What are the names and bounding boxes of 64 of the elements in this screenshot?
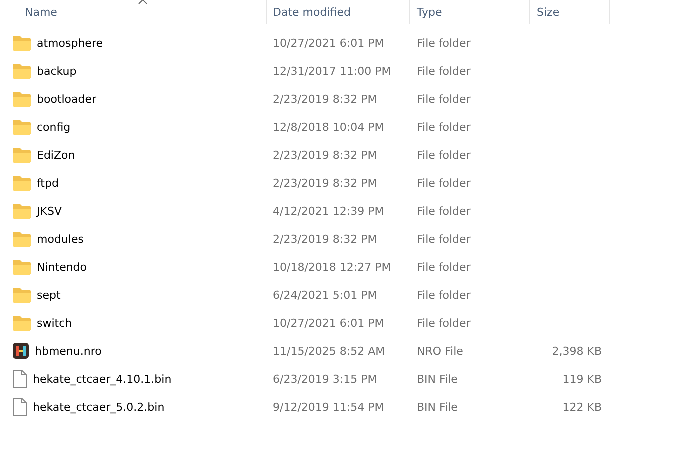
file-type: File folder — [416, 204, 472, 218]
file-size: 2,398 KB — [552, 344, 602, 358]
file-name[interactable]: hekate_ctcaer_4.10.1.bin — [33, 372, 172, 386]
date-modified: 4/12/2021 12:39 PM — [272, 204, 386, 218]
column-header[interactable]: Type — [410, 0, 530, 24]
folder-icon — [13, 288, 31, 302]
file-name[interactable]: Nintendo — [37, 260, 88, 274]
column-header[interactable]: Name — [0, 0, 267, 24]
folder-icon — [13, 260, 31, 274]
file-type: File folder — [416, 36, 472, 50]
folder-icon — [13, 64, 31, 78]
app-icon — [13, 343, 29, 359]
date-modified: 11/15/2025 8:52 AM — [272, 344, 386, 358]
file-name[interactable]: config — [37, 120, 71, 134]
file-name[interactable]: bootloader — [37, 92, 97, 106]
file-type: File folder — [416, 64, 472, 78]
file-name[interactable]: modules — [37, 232, 84, 246]
date-modified: 6/24/2021 5:01 PM — [272, 288, 378, 302]
folder-icon — [13, 232, 31, 246]
file-size: 119 KB — [562, 372, 602, 386]
file-name[interactable]: JKSV — [37, 204, 62, 218]
column-header[interactable]: Date modified — [267, 0, 410, 24]
date-modified: 12/31/2017 11:00 PM — [272, 64, 392, 78]
folder-icon — [13, 148, 31, 162]
file-type: File folder — [416, 148, 472, 162]
column-header[interactable]: Size — [530, 0, 610, 24]
file-size: 122 KB — [562, 400, 602, 414]
file-type: File folder — [416, 176, 472, 190]
date-modified: 9/12/2019 11:54 PM — [272, 400, 386, 414]
file-name[interactable]: hbmenu.nro — [35, 344, 102, 358]
file-type: BIN File — [416, 400, 459, 414]
file-type: File folder — [416, 288, 472, 302]
file-name[interactable]: ftpd — [37, 176, 59, 190]
file-name[interactable]: atmosphere — [37, 36, 103, 50]
folder-icon — [13, 36, 31, 50]
file-name[interactable]: backup — [37, 64, 77, 78]
folder-icon — [13, 176, 31, 190]
file-name[interactable]: hekate_ctcaer_5.0.2.bin — [33, 400, 165, 414]
file-type: File folder — [416, 92, 472, 106]
date-modified: 12/8/2018 10:04 PM — [272, 120, 386, 134]
file-type: BIN File — [416, 372, 459, 386]
file-name[interactable]: sept — [37, 288, 61, 302]
file-type: File folder — [416, 316, 472, 330]
file-name[interactable]: switch — [37, 316, 72, 330]
file-type: NRO File — [416, 344, 464, 358]
file-icon — [13, 370, 27, 388]
date-modified: 2/23/2019 8:32 PM — [272, 176, 378, 190]
date-modified: 2/23/2019 8:32 PM — [272, 232, 378, 246]
date-modified: 6/23/2019 3:15 PM — [272, 372, 378, 386]
folder-icon — [13, 316, 31, 330]
file-type: File folder — [416, 120, 472, 134]
date-modified: 10/27/2021 6:01 PM — [272, 316, 386, 330]
folder-icon — [13, 120, 31, 134]
sort-caret-icon — [138, 0, 148, 4]
file-icon — [13, 398, 27, 416]
file-name[interactable]: EdiZon — [37, 148, 76, 162]
folder-icon — [13, 92, 31, 106]
date-modified: 10/18/2018 12:27 PM — [272, 260, 392, 274]
folder-icon — [13, 204, 31, 218]
date-modified: 10/27/2021 6:01 PM — [272, 36, 386, 50]
file-type: File folder — [416, 232, 472, 246]
date-modified: 2/23/2019 8:32 PM — [272, 92, 378, 106]
file-type: File folder — [416, 260, 472, 274]
date-modified: 2/23/2019 8:32 PM — [272, 148, 378, 162]
